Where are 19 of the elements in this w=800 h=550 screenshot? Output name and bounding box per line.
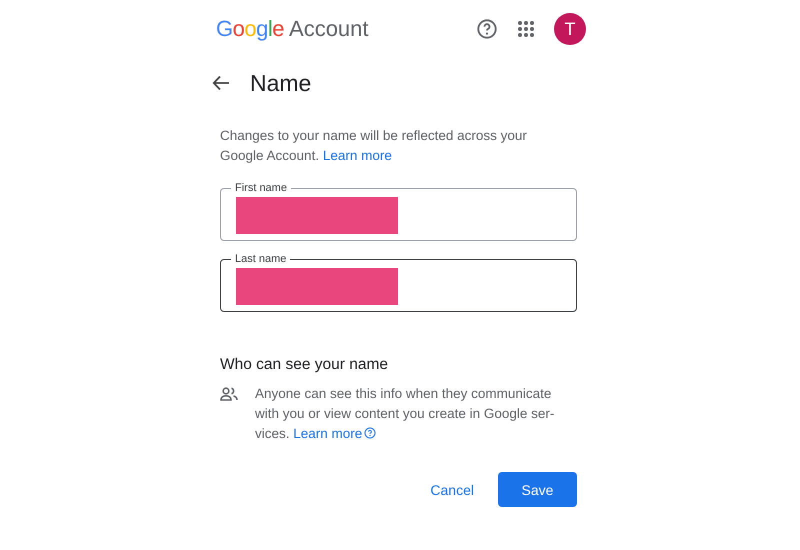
name-field[interactable]: First name xyxy=(220,182,577,241)
avatar[interactable]: T xyxy=(554,13,586,45)
learn-more-link[interactable]: Learn more xyxy=(322,148,392,163)
help-icon[interactable] xyxy=(476,18,498,40)
help-icon[interactable] xyxy=(364,427,376,439)
name-field[interactable]: Last name xyxy=(220,253,577,312)
cancel-button[interactable]: Cancel xyxy=(420,472,484,507)
people-icon xyxy=(220,387,238,401)
field-label: First name xyxy=(234,182,288,195)
save-button[interactable]: Save xyxy=(498,472,577,507)
section-heading: Who can see your name xyxy=(220,356,390,374)
field-label: Last name xyxy=(234,253,288,266)
intro-text: Changes to your name will be reflected across your Google Account. Learn more xyxy=(220,127,528,165)
learn-more-link[interactable]: Learn more xyxy=(293,426,362,441)
page-title: Name xyxy=(250,70,312,96)
apps-grid-icon[interactable] xyxy=(517,20,535,38)
back-arrow-icon[interactable] xyxy=(212,74,230,92)
google-account-logo[interactable]: Google Account xyxy=(216,16,369,42)
visibility-text: Anyone can see this info when they communicate with you or view content you create in Google ser-vices. Learn more xyxy=(255,385,556,443)
